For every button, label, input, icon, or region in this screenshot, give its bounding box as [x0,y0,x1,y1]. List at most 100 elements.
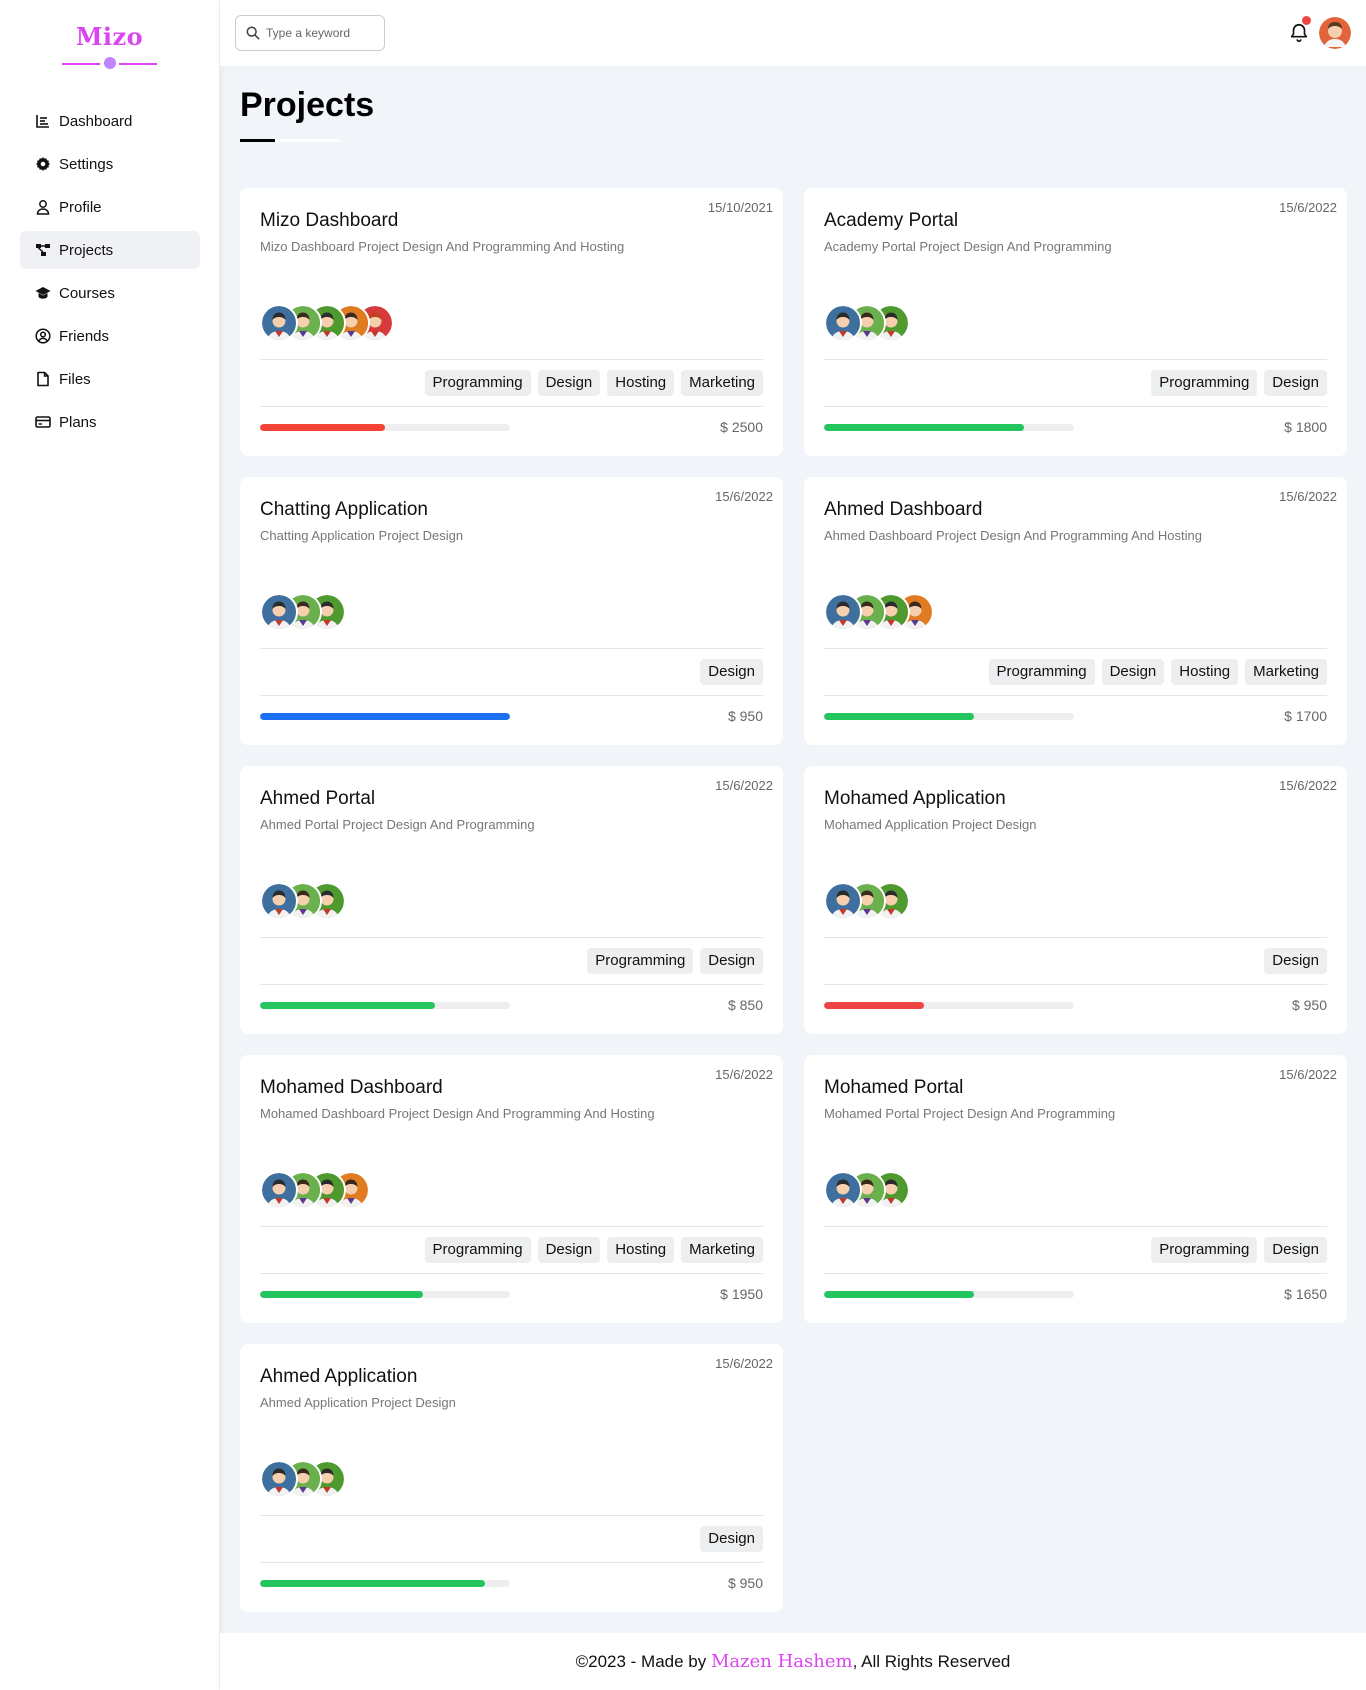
team-member-avatar[interactable] [824,882,862,920]
sidebar-item-label: Profile [59,198,102,216]
tag-hosting[interactable]: Hosting [1171,659,1239,685]
team-avatars [824,593,934,631]
project-name[interactable]: Academy Portal [824,210,958,232]
project-description: Mohamed Dashboard Project Design And Pro… [260,1106,655,1121]
project-name[interactable]: Mizo Dashboard [260,210,398,232]
project-card[interactable]: 15/6/2022 Mohamed Dashboard Mohamed Dashbo… [240,1055,783,1323]
project-tags: Design [693,659,763,685]
tag-marketing[interactable]: Marketing [1245,659,1327,685]
project-card[interactable]: 15/6/2022 Chatting Application Chatting Ap… [240,477,783,745]
progress-bar [260,424,510,431]
tag-programming[interactable]: Programming [424,1237,531,1263]
team-member-avatar[interactable] [260,593,298,631]
team-member-avatar[interactable] [260,304,298,342]
project-name[interactable]: Ahmed Portal [260,788,375,810]
top-header [220,0,1366,66]
divider [260,937,763,938]
sidebar-item-files[interactable]: Files [20,360,200,398]
project-card[interactable]: 15/6/2022 Ahmed Application Ahmed Applicat… [240,1344,783,1612]
footer-author[interactable]: Mazen Hashem [711,1651,853,1672]
avatar[interactable] [1319,17,1351,49]
sidebar-item-settings[interactable]: Settings [20,145,200,183]
sidebar-item-friends[interactable]: Friends [20,317,200,355]
team-member-avatar[interactable] [824,593,862,631]
project-description: Mohamed Application Project Design [824,817,1037,832]
tag-design[interactable]: Design [700,1526,763,1552]
tag-programming[interactable]: Programming [587,948,694,974]
team-member-avatar[interactable] [824,1171,862,1209]
project-name[interactable]: Ahmed Dashboard [824,499,982,521]
team-avatars [260,882,346,920]
tag-design[interactable]: Design [1264,370,1327,396]
search-icon [246,26,260,40]
tag-design[interactable]: Design [1264,1237,1327,1263]
project-name[interactable]: Mohamed Dashboard [260,1077,443,1099]
team-member-avatar[interactable] [260,1171,298,1209]
divider [260,1273,763,1274]
tag-design[interactable]: Design [700,659,763,685]
logo[interactable]: Mizo [0,22,219,51]
title-underline-accent [240,139,275,142]
search-box[interactable] [235,15,385,51]
tag-design[interactable]: Design [1264,948,1327,974]
project-price: $ 850 [727,997,763,1013]
progress-fill [260,1580,485,1587]
project-price: $ 1650 [1284,1286,1327,1302]
user-circle-icon [35,328,51,344]
sidebar-item-label: Files [59,370,91,388]
tag-programming[interactable]: Programming [424,370,531,396]
progress-fill [824,424,1024,431]
bell-icon[interactable] [1288,22,1310,44]
divider [260,984,763,985]
divider [824,984,1327,985]
project-description: Mizo Dashboard Project Design And Progra… [260,239,625,254]
tag-marketing[interactable]: Marketing [681,370,763,396]
tag-programming[interactable]: Programming [988,659,1095,685]
tag-design[interactable]: Design [537,1237,601,1263]
team-member-avatar[interactable] [824,304,862,342]
project-card[interactable]: 15/6/2022 Mohamed Application Mohamed Appl… [804,766,1347,1034]
project-price: $ 950 [727,708,763,724]
sidebar-item-dashboard[interactable]: Dashboard [20,102,200,140]
sidebar-item-label: Plans [59,413,97,431]
user-icon [35,199,51,215]
search-input[interactable] [266,26,376,40]
project-card[interactable]: 15/6/2022 Academy Portal Academy Portal Pr… [804,188,1347,456]
divider [260,359,763,360]
tag-design[interactable]: Design [537,370,601,396]
sidebar-item-profile[interactable]: Profile [20,188,200,226]
progress-bar [260,713,510,720]
sidebar-item-plans[interactable]: Plans [20,403,200,441]
sidebar-item-label: Projects [59,241,114,259]
progress-bar [260,1002,510,1009]
project-card[interactable]: 15/10/2021 Mizo Dashboard Mizo Dashboard P… [240,188,783,456]
project-name[interactable]: Chatting Application [260,499,428,521]
team-member-avatar[interactable] [260,882,298,920]
sidebar-item-projects[interactable]: Projects [20,231,200,269]
project-card[interactable]: 15/6/2022 Ahmed Dashboard Ahmed Dashboard … [804,477,1347,745]
progress-fill [260,713,510,720]
tag-design[interactable]: Design [1101,659,1165,685]
project-name[interactable]: Mohamed Application [824,788,1006,810]
project-name[interactable]: Ahmed Application [260,1366,417,1388]
notification-dot [1302,16,1311,25]
tag-programming[interactable]: Programming [1151,370,1258,396]
project-date: 15/6/2022 [715,778,773,793]
divider [824,1226,1327,1227]
team-avatars [260,1171,370,1209]
tag-marketing[interactable]: Marketing [681,1237,763,1263]
project-card[interactable]: 15/6/2022 Mohamed Portal Mohamed Portal Pr… [804,1055,1347,1323]
footer: ©2023 - Made by Mazen Hashem, All Rights… [220,1633,1366,1690]
tag-design[interactable]: Design [700,948,763,974]
project-card[interactable]: 15/6/2022 Ahmed Portal Ahmed Portal Projec… [240,766,783,1034]
team-member-avatar[interactable] [260,1460,298,1498]
project-name[interactable]: Mohamed Portal [824,1077,963,1099]
sidebar-item-courses[interactable]: Courses [20,274,200,312]
team-avatars [824,304,910,342]
tag-programming[interactable]: Programming [1151,1237,1258,1263]
sidebar: Mizo Dashboard Settings Profile Projects Cou… [0,0,219,1690]
tag-hosting[interactable]: Hosting [607,370,675,396]
divider [260,695,763,696]
tag-hosting[interactable]: Hosting [607,1237,675,1263]
project-price: $ 950 [1291,997,1327,1013]
